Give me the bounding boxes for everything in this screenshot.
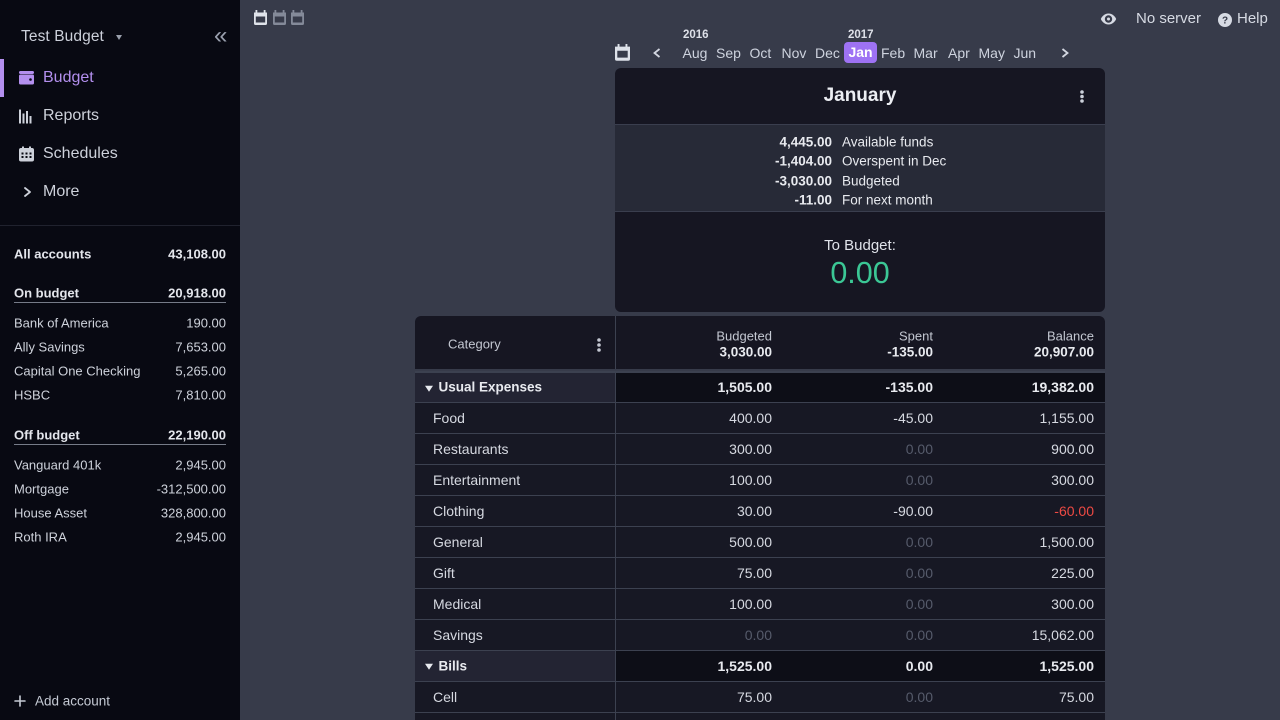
svg-text:?: ? (1222, 15, 1228, 26)
